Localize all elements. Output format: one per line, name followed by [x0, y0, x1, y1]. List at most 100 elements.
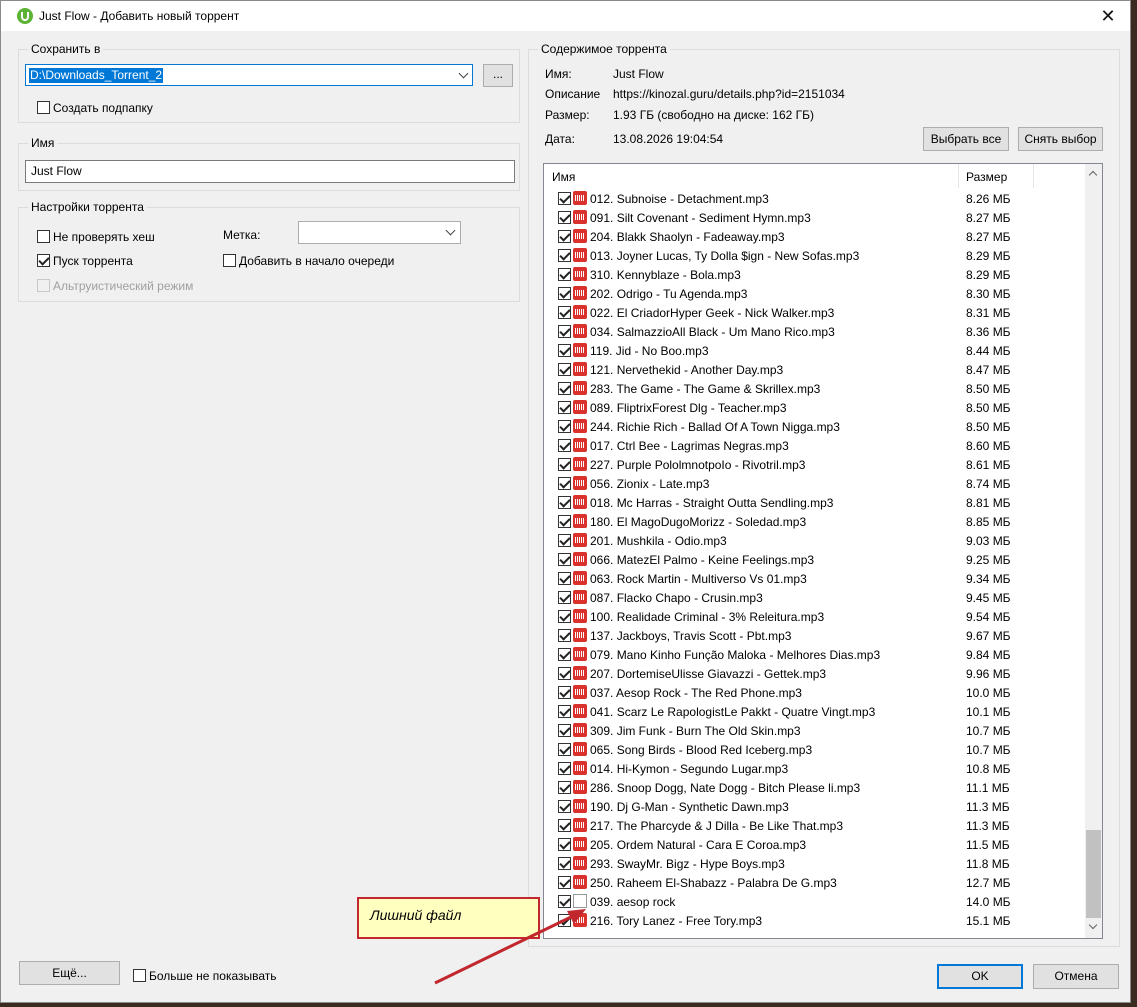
file-checkbox[interactable]: [558, 762, 571, 775]
file-row[interactable]: 063. Rock Martin - Multiverso Vs 01.mp3 9…: [544, 569, 1084, 588]
file-checkbox[interactable]: [558, 401, 571, 414]
file-row[interactable]: 013. Joyner Lucas, Ty Dolla $ign - New S…: [544, 246, 1084, 265]
file-row[interactable]: 022. El CriadorHyper Geek - Nick Walker.…: [544, 303, 1084, 322]
file-row[interactable]: 286. Snoop Dogg, Nate Dogg - Bitch Pleas…: [544, 778, 1084, 797]
file-row[interactable]: 017. Ctrl Bee - Lagrimas Negras.mp3 8.60 …: [544, 436, 1084, 455]
file-row[interactable]: 018. Mc Harras - Straight Outta Sendling…: [544, 493, 1084, 512]
file-checkbox[interactable]: [558, 610, 571, 623]
file-row[interactable]: 089. FliptrixForest Dlg - Teacher.mp3 8.5…: [544, 398, 1084, 417]
file-list[interactable]: Имя Размер 012. Subnoise - Detachment.mp…: [543, 163, 1103, 939]
file-row[interactable]: 201. Mushkila - Odio.mp3 9.03 МБ: [544, 531, 1084, 550]
file-checkbox[interactable]: [558, 534, 571, 547]
file-checkbox[interactable]: [558, 363, 571, 376]
file-checkbox[interactable]: [558, 249, 571, 262]
file-row[interactable]: 283. The Game - The Game & Skrillex.mp3 8…: [544, 379, 1084, 398]
file-checkbox[interactable]: [558, 705, 571, 718]
file-checkbox[interactable]: [558, 382, 571, 395]
file-checkbox[interactable]: [558, 211, 571, 224]
file-row[interactable]: 217. The Pharcyde & J Dilla - Be Like Th…: [544, 816, 1084, 835]
file-checkbox[interactable]: [558, 306, 571, 319]
file-row[interactable]: 227. Purple PololmnotpoIo - Rivotril.mp3…: [544, 455, 1084, 474]
file-checkbox[interactable]: [558, 458, 571, 471]
skip-hash-checkbox[interactable]: [37, 230, 50, 243]
file-row[interactable]: 180. El MagoDugoMorizz - Soledad.mp3 8.85…: [544, 512, 1084, 531]
file-row[interactable]: 190. Dj G-Man - Synthetic Dawn.mp3 11.3 М…: [544, 797, 1084, 816]
file-checkbox[interactable]: [558, 287, 571, 300]
tag-select[interactable]: [298, 221, 461, 244]
file-row[interactable]: 244. Richie Rich - Ballad Of A Town Nigg…: [544, 417, 1084, 436]
more-button[interactable]: Ещё...: [19, 961, 120, 985]
file-row[interactable]: 309. Jim Funk - Burn The Old Skin.mp3 10.…: [544, 721, 1084, 740]
cancel-button[interactable]: Отмена: [1033, 964, 1119, 989]
scroll-up-icon[interactable]: [1088, 170, 1098, 180]
file-row[interactable]: 216. Tory Lanez - Free Tory.mp3 15.1 МБ: [544, 911, 1084, 930]
chevron-down-icon[interactable]: [445, 225, 456, 236]
deselect-all-button[interactable]: Снять выбор: [1018, 127, 1103, 151]
select-all-button[interactable]: Выбрать все: [923, 127, 1009, 151]
create-subfolder-checkbox[interactable]: [37, 101, 50, 114]
file-row[interactable]: 034. SalmazzioAll Black - Um Mano Rico.m…: [544, 322, 1084, 341]
file-row[interactable]: 079. Mano Kinho Função Maloka - Melhores…: [544, 645, 1084, 664]
file-row[interactable]: 121. Nervethekid - Another Day.mp3 8.47 М…: [544, 360, 1084, 379]
close-button[interactable]: ✕: [1086, 1, 1130, 31]
start-torrent-checkbox[interactable]: [37, 254, 50, 267]
file-checkbox[interactable]: [558, 344, 571, 357]
file-checkbox[interactable]: [558, 192, 571, 205]
file-row[interactable]: 041. Scarz Le RapologistLe Pakkt - Quatr…: [544, 702, 1084, 721]
file-checkbox[interactable]: [558, 819, 571, 832]
file-checkbox[interactable]: [558, 857, 571, 870]
chevron-down-icon[interactable]: [458, 68, 469, 79]
file-row[interactable]: 293. SwayMr. Bigz - Hype Boys.mp3 11.8 МБ: [544, 854, 1084, 873]
file-checkbox[interactable]: [558, 800, 571, 813]
vertical-scrollbar[interactable]: [1085, 164, 1102, 938]
file-checkbox[interactable]: [558, 591, 571, 604]
file-row[interactable]: 119. Jid - No Boo.mp3 8.44 МБ: [544, 341, 1084, 360]
ok-button[interactable]: OK: [937, 964, 1023, 989]
file-row[interactable]: 039. aesop rock 14.0 МБ: [544, 892, 1084, 911]
file-checkbox[interactable]: [558, 686, 571, 699]
file-row[interactable]: 087. Flacko Chapo - Crusin.mp3 9.45 МБ: [544, 588, 1084, 607]
file-row[interactable]: 012. Subnoise - Detachment.mp3 8.26 МБ: [544, 189, 1084, 208]
file-checkbox[interactable]: [558, 477, 571, 490]
file-row[interactable]: 091. Silt Covenant - Sediment Hymn.mp3 8.…: [544, 208, 1084, 227]
file-checkbox[interactable]: [558, 439, 571, 452]
file-row[interactable]: 066. MatezEl Palmo - Keine Feelings.mp3 9…: [544, 550, 1084, 569]
column-divider[interactable]: [1033, 164, 1034, 188]
file-checkbox[interactable]: [558, 572, 571, 585]
file-checkbox[interactable]: [558, 629, 571, 642]
file-checkbox[interactable]: [558, 515, 571, 528]
file-checkbox[interactable]: [558, 743, 571, 756]
file-row[interactable]: 207. DortemiseUlisse Giavazzi - Gettek.m…: [544, 664, 1084, 683]
file-row[interactable]: 202. Odrigo - Tu Agenda.mp3 8.30 МБ: [544, 284, 1084, 303]
scroll-thumb[interactable]: [1086, 830, 1101, 918]
file-checkbox[interactable]: [558, 838, 571, 851]
file-checkbox[interactable]: [558, 230, 571, 243]
file-row[interactable]: 065. Song Birds - Blood Red Iceberg.mp3 1…: [544, 740, 1084, 759]
file-row[interactable]: 310. Kennyblaze - Bola.mp3 8.29 МБ: [544, 265, 1084, 284]
file-checkbox[interactable]: [558, 325, 571, 338]
torrent-name-input[interactable]: Just Flow: [25, 160, 515, 183]
file-checkbox[interactable]: [558, 781, 571, 794]
file-row[interactable]: 100. Realidade Criminal - 3% Releitura.m…: [544, 607, 1084, 626]
file-checkbox[interactable]: [558, 496, 571, 509]
scroll-down-icon[interactable]: [1088, 920, 1098, 930]
file-checkbox[interactable]: [558, 648, 571, 661]
file-row[interactable]: 204. Blakk Shaolyn - Fadeaway.mp3 8.27 МБ: [544, 227, 1084, 246]
file-row[interactable]: 037. Aesop Rock - The Red Phone.mp3 10.0 …: [544, 683, 1084, 702]
file-row[interactable]: 014. Hi-Kymon - Segundo Lugar.mp3 10.8 МБ: [544, 759, 1084, 778]
file-row[interactable]: 056. Zionix - Late.mp3 8.74 МБ: [544, 474, 1084, 493]
save-path-combobox[interactable]: D:\Downloads_Torrent_2: [25, 64, 473, 86]
file-row[interactable]: 205. Ordem Natural - Cara E Coroa.mp3 11.…: [544, 835, 1084, 854]
browse-button[interactable]: ...: [483, 64, 513, 87]
file-row[interactable]: 250. Raheem El-Shabazz - Palabra De G.mp…: [544, 873, 1084, 892]
column-divider[interactable]: [958, 164, 959, 188]
file-checkbox[interactable]: [558, 268, 571, 281]
file-checkbox[interactable]: [558, 667, 571, 680]
file-row[interactable]: 137. Jackboys, Travis Scott - Pbt.mp3 9.6…: [544, 626, 1084, 645]
file-checkbox[interactable]: [558, 420, 571, 433]
column-header-size[interactable]: Размер: [966, 170, 1007, 184]
column-header-name[interactable]: Имя: [552, 170, 575, 184]
file-checkbox[interactable]: [558, 553, 571, 566]
dont-show-again-checkbox[interactable]: [133, 969, 146, 982]
add-to-queue-top-checkbox[interactable]: [223, 254, 236, 267]
